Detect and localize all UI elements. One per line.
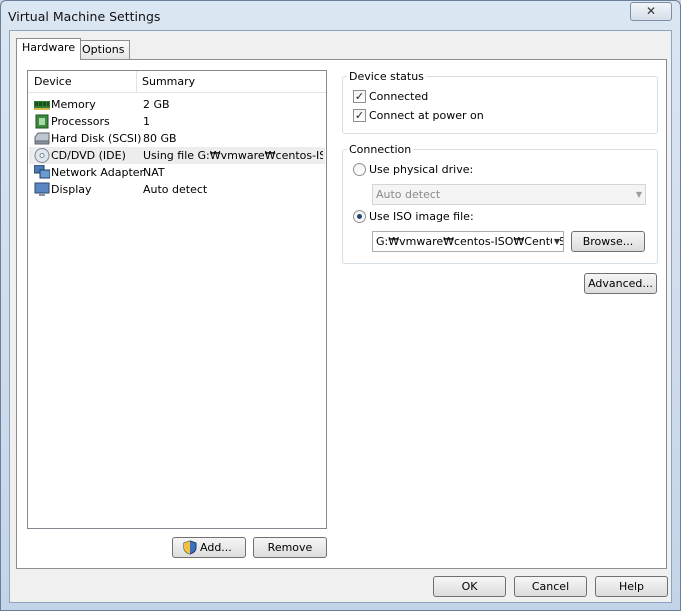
tab-options[interactable]: Options — [76, 40, 131, 60]
column-header-summary[interactable]: Summary — [136, 71, 195, 93]
device-status-group — [342, 76, 658, 134]
device-name: Display — [51, 183, 92, 196]
cd-dvd-icon — [34, 148, 50, 163]
device-name: Hard Disk (SCSI) — [51, 132, 142, 145]
close-button[interactable]: ✕ — [630, 2, 672, 21]
device-name: Network Adapter — [51, 166, 145, 179]
add-button-label: Add... — [200, 541, 232, 554]
chevron-down-icon[interactable]: ▼ — [551, 232, 560, 251]
column-header-device[interactable]: Device — [28, 71, 72, 93]
iso-path-combo[interactable]: G:₩vmware₩centos-ISO₩CentOS ▼ — [372, 231, 564, 252]
device-row-cd-dvd[interactable]: CD/DVD (IDE) Using file G:₩vmware₩centos… — [29, 147, 325, 164]
physical-drive-select: Auto detect ▼ — [372, 184, 646, 205]
display-icon — [34, 182, 50, 197]
physical-drive-value: Auto detect — [376, 188, 441, 201]
dialog-body: Hardware Options Device Summary Memory 2… — [9, 30, 672, 603]
device-row-processors[interactable]: Processors 1 — [29, 113, 325, 130]
connect-at-power-on-label[interactable]: Connect at power on — [369, 109, 484, 122]
browse-button[interactable]: Browse... — [571, 231, 645, 252]
iso-image-label[interactable]: Use ISO image file: — [369, 210, 474, 223]
connected-checkbox[interactable]: ✓ — [353, 90, 366, 103]
memory-icon — [34, 97, 50, 112]
device-name: Memory — [51, 98, 96, 111]
chevron-down-icon: ▼ — [635, 190, 642, 199]
device-summary: 80 GB — [143, 132, 177, 145]
device-row-hard-disk[interactable]: Hard Disk (SCSI) 80 GB — [29, 130, 325, 147]
connected-label[interactable]: Connected — [369, 90, 428, 103]
device-summary: 2 GB — [143, 98, 170, 111]
physical-drive-label[interactable]: Use physical drive: — [369, 163, 473, 176]
window-title: Virtual Machine Settings — [8, 9, 161, 24]
network-adapter-icon — [33, 164, 51, 180]
device-summary: NAT — [143, 166, 165, 179]
hard-disk-icon — [34, 131, 50, 146]
cancel-button[interactable]: Cancel — [514, 576, 587, 597]
advanced-button[interactable]: Advanced... — [584, 273, 657, 294]
list-header: Device Summary — [28, 71, 326, 93]
connect-at-power-on-checkbox[interactable]: ✓ — [353, 109, 366, 122]
device-row-network-adapter[interactable]: Network Adapter NAT — [29, 164, 325, 181]
processor-icon — [34, 114, 50, 129]
iso-image-radio[interactable] — [353, 210, 366, 223]
iso-path-value: G:₩vmware₩centos-ISO₩CentOS — [376, 235, 564, 248]
shield-icon — [183, 540, 197, 561]
remove-button[interactable]: Remove — [253, 537, 327, 558]
connection-title: Connection — [347, 143, 414, 156]
close-icon: ✕ — [645, 4, 657, 18]
title-bar[interactable]: Virtual Machine Settings ✕ — [1, 1, 680, 31]
device-row-memory[interactable]: Memory 2 GB — [29, 96, 325, 113]
add-button[interactable]: Add... — [172, 537, 246, 558]
settings-window: Virtual Machine Settings ✕ Hardware Opti… — [0, 0, 681, 611]
device-summary: 1 — [143, 115, 150, 128]
device-summary: Using file G:₩vmware₩centos-IS... — [143, 149, 323, 162]
device-row-display[interactable]: Display Auto detect — [29, 181, 325, 198]
ok-button[interactable]: OK — [433, 576, 506, 597]
device-name: Processors — [51, 115, 110, 128]
device-status-title: Device status — [347, 70, 426, 83]
device-summary: Auto detect — [143, 183, 208, 196]
device-name: CD/DVD (IDE) — [51, 149, 126, 162]
hardware-panel: Device Summary Memory 2 GB Processors 1 … — [16, 59, 667, 569]
physical-drive-radio[interactable] — [353, 163, 366, 176]
tab-hardware[interactable]: Hardware — [16, 38, 82, 60]
help-button[interactable]: Help — [595, 576, 668, 597]
device-list[interactable]: Device Summary Memory 2 GB Processors 1 … — [27, 70, 327, 529]
